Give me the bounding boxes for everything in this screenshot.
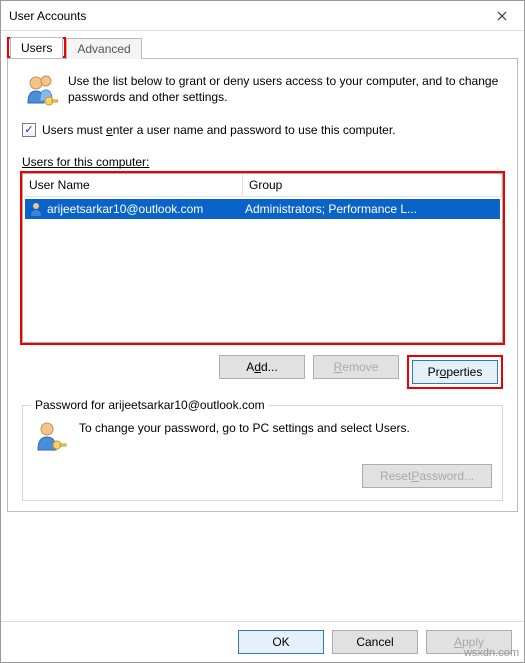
user-accounts-dialog: User Accounts Users Advanced Use the lis… [0, 0, 525, 663]
watermark: wsxdn.com [464, 647, 519, 659]
dialog-footer: OK Cancel Apply [1, 621, 524, 662]
highlight-users-tab: Users [7, 37, 66, 58]
row-username: arijeetsarkar10@outlook.com [47, 202, 243, 216]
tab-bar: Users Advanced [1, 31, 524, 58]
users-listview[interactable]: User Name Group arijeetsarkar10@outlook.… [22, 173, 503, 343]
must-enter-password-label: Users must enter a user name and passwor… [42, 123, 396, 137]
must-enter-password-checkbox[interactable]: ✓ [22, 123, 36, 137]
column-header-username[interactable]: User Name [23, 174, 243, 196]
titlebar: User Accounts [1, 1, 524, 31]
column-header-group[interactable]: Group [243, 174, 502, 196]
cancel-button[interactable]: Cancel [332, 630, 418, 654]
user-buttons-row: Add... Remove Properties [22, 355, 503, 389]
remove-button: Remove [313, 355, 399, 379]
users-tab-pane: Use the list below to grant or deny user… [7, 58, 518, 512]
password-groupbox: Password for arijeetsarkar10@outlook.com… [22, 405, 503, 501]
highlight-properties-button: Properties [407, 355, 503, 389]
users-keys-icon [22, 73, 58, 109]
key-user-icon [33, 420, 67, 454]
password-groupbox-legend: Password for arijeetsarkar10@outlook.com [31, 398, 269, 412]
listview-header: User Name Group [23, 174, 502, 197]
tab-advanced[interactable]: Advanced [66, 38, 141, 59]
tab-users[interactable]: Users [10, 37, 63, 58]
ok-button[interactable]: OK [238, 630, 324, 654]
close-button[interactable] [480, 1, 524, 30]
window-title: User Accounts [9, 9, 480, 23]
add-button[interactable]: Add... [219, 355, 305, 379]
must-enter-password-row: ✓ Users must enter a user name and passw… [22, 123, 503, 137]
users-list-label: Users for this computer: [22, 155, 503, 169]
properties-button[interactable]: Properties [412, 360, 498, 384]
close-icon [497, 11, 507, 21]
user-icon [28, 201, 44, 217]
table-row[interactable]: arijeetsarkar10@outlook.com Administrato… [25, 199, 500, 219]
reset-password-button: Reset Password... [362, 464, 492, 488]
password-instruction-text: To change your password, go to PC settin… [79, 420, 410, 454]
row-group: Administrators; Performance L... [243, 202, 500, 216]
intro-text: Use the list below to grant or deny user… [68, 73, 503, 109]
